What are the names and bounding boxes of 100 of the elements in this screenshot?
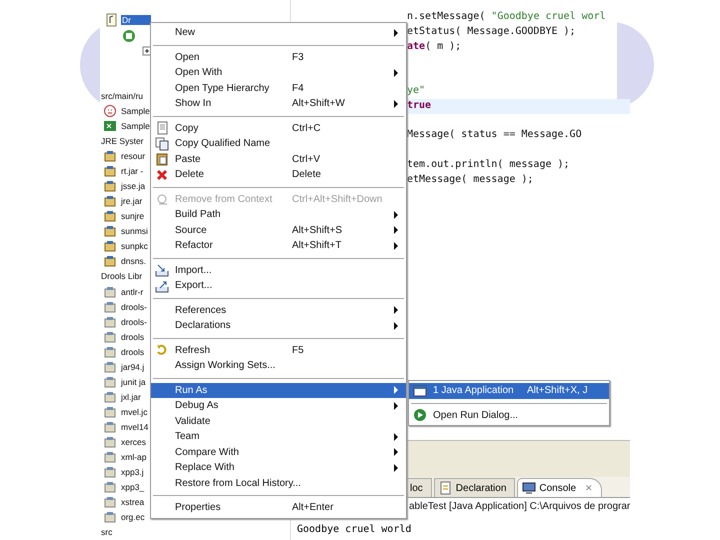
tree-item[interactable]: Sample (120, 106, 150, 116)
tree-item[interactable]: drools (120, 346, 144, 357)
tree-item[interactable]: rt.jar - (120, 166, 144, 176)
menu-item[interactable]: Refresh F5 (151, 342, 406, 358)
menu-item[interactable]: Replace With (151, 460, 406, 476)
view-tab[interactable]: Console ✕ (517, 478, 602, 497)
tree-item[interactable]: jre.jar (120, 196, 142, 206)
play-icon (413, 408, 427, 422)
tree-item[interactable]: sunmsi (120, 226, 148, 236)
menu-item[interactable]: Copy Qualified Name (151, 136, 406, 152)
menu-item[interactable]: Build Path (151, 207, 406, 222)
tree-item[interactable]: mvel.jc (120, 406, 148, 417)
jar-icon (103, 149, 117, 164)
jar-icon (103, 465, 117, 480)
document-icon (438, 481, 453, 495)
menu-item[interactable]: Debug As (151, 398, 406, 414)
tree-item[interactable]: dnsns. (120, 256, 146, 266)
menu-item[interactable]: Show In Alt+Shift+W (151, 96, 406, 112)
submenu-arrow-icon (392, 28, 400, 37)
tree-item[interactable]: drools- (120, 302, 147, 312)
shortcut-text: Alt+Shift+T (292, 240, 342, 252)
tree-item[interactable]: xpp3_ (120, 482, 144, 492)
tree-item[interactable]: jxl.jar (120, 392, 141, 402)
document-icon (104, 12, 118, 27)
shortcut-text: Alt+Shift+S (292, 224, 342, 236)
console-output: Goodbye cruel world (296, 523, 412, 535)
code-line: etStatus( Message.GOODBYE ); (407, 24, 577, 39)
code-line: etMessage( message ); (407, 172, 534, 187)
menu-item[interactable]: Refactor Alt+Shift+T (151, 238, 406, 254)
jar-icon (103, 239, 117, 254)
menu-item[interactable]: Restore from Local History... (151, 476, 406, 491)
tree-item[interactable]: mvel14 (120, 422, 148, 432)
menu-item[interactable]: Validate (151, 414, 406, 429)
menu-item[interactable]: Open F3 (151, 50, 406, 65)
tree-item[interactable]: JRE Syster (100, 136, 144, 146)
tree-item[interactable]: Drools Libr (100, 271, 142, 282)
tree-item[interactable]: junit ja (120, 376, 146, 387)
menu-item[interactable]: Open With (151, 65, 406, 80)
submenu-arrow-icon (392, 100, 400, 108)
menu-item[interactable]: Declarations (151, 318, 406, 334)
console-title: ableTest [Java Application] C:\Arquivos de prograr (409, 501, 630, 512)
tray-in-icon (155, 263, 169, 278)
jar-icon (103, 420, 117, 434)
tree-item[interactable]: org.ec (120, 512, 145, 522)
code-line: tem.out.println( message ); (407, 158, 571, 172)
tree-item[interactable]: Sample (120, 121, 150, 131)
jar-icon (103, 374, 117, 389)
tree-item[interactable]: Dr (121, 14, 151, 25)
tree-item[interactable]: src/main/ru (100, 90, 144, 101)
jar-icon (103, 450, 117, 464)
jar-icon (103, 495, 117, 510)
jar-icon (103, 344, 117, 359)
tree-item[interactable]: sunjre (120, 211, 144, 222)
menu-item[interactable]: Copy Ctrl+C (151, 120, 406, 136)
tree-item[interactable]: src (100, 527, 112, 538)
menu-item[interactable]: Paste Ctrl+V (151, 152, 406, 167)
shortcut-text: Ctrl+V (292, 154, 320, 165)
tree-item[interactable]: drools- (120, 316, 147, 327)
menu-item[interactable]: Compare With (151, 444, 406, 460)
tree-item[interactable]: xerces (120, 436, 146, 447)
tree-item[interactable]: xstrea (120, 497, 144, 508)
code-line: n.setMessage( "Goodbye cruel worl (407, 10, 607, 24)
jar-icon (103, 224, 117, 238)
window-icon (413, 384, 427, 398)
documents-icon (155, 136, 169, 151)
jar-icon (103, 209, 117, 224)
close-icon[interactable]: ✕ (585, 483, 594, 493)
view-tab[interactable]: Declaration (434, 478, 516, 497)
menu-item[interactable]: Assign Working Sets... (151, 358, 406, 374)
tree-item[interactable]: xml-ap (120, 452, 147, 462)
code-line: ate( m ); (407, 40, 462, 54)
menu-item[interactable]: Source Alt+Shift+S (151, 222, 406, 238)
menu-item[interactable]: Team (151, 429, 406, 444)
monitor-icon (522, 481, 536, 495)
menu-item[interactable]: Import... (151, 262, 406, 278)
tree-item[interactable]: xpp3.j (120, 467, 144, 478)
menu-item[interactable]: References (151, 302, 406, 318)
refresh-icon (155, 343, 169, 358)
jar-icon (103, 480, 117, 494)
tree-item[interactable]: sunpkc (120, 241, 148, 252)
jar-icon (103, 254, 117, 268)
menu-item[interactable]: Run As (151, 382, 406, 398)
shortcut-text: Alt+Shift+X, J (527, 385, 588, 396)
tree-item[interactable]: jsse.ja (120, 181, 146, 192)
menu-item[interactable]: New (151, 25, 406, 40)
menu-item[interactable]: Open Type Hierarchy F4 (151, 80, 406, 96)
tree-item[interactable]: resour (120, 151, 146, 162)
jar-icon (103, 284, 117, 299)
menu-item[interactable]: 1 Java Application Alt+Shift+X, J (409, 383, 609, 398)
menu-item[interactable]: Properties Alt+Enter (151, 500, 406, 516)
shortcut-text: Ctrl+Alt+Shift+Down (292, 194, 382, 205)
menu-item[interactable]: Open Run Dialog... (409, 408, 609, 423)
menu-item[interactable]: Export... (151, 278, 406, 294)
tree-item[interactable]: jar94.j (120, 362, 144, 372)
tree-item[interactable]: antlr-r (120, 286, 144, 297)
submenu-arrow-icon (392, 68, 400, 77)
view-tab[interactable]: loc (405, 478, 432, 497)
shortcut-text: Delete (292, 169, 321, 180)
tree-item[interactable]: drools (120, 332, 144, 342)
menu-item[interactable]: Delete Delete (151, 167, 406, 182)
